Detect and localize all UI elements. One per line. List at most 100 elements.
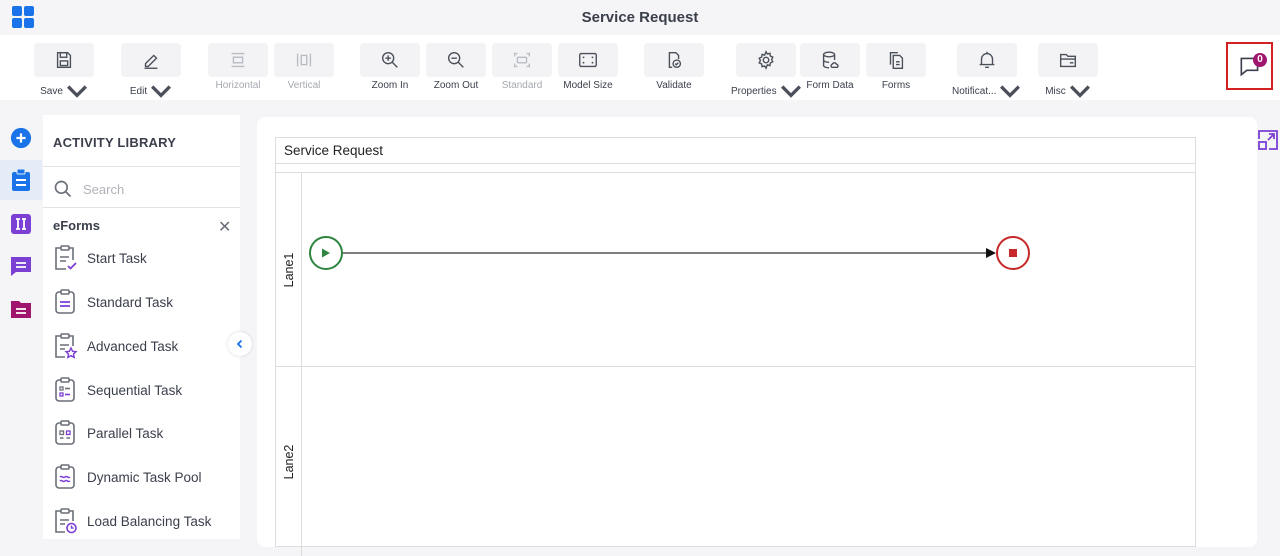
misc-label: Misc	[1045, 85, 1066, 97]
add-icon	[10, 127, 32, 149]
validate-icon	[668, 51, 682, 69]
chevron-down-icon	[1000, 85, 1021, 98]
library-item-advanced-task[interactable]: Advanced Task	[51, 330, 231, 362]
page-title: Service Request	[581, 9, 699, 26]
notifications-button[interactable]: Notificat...	[952, 43, 1021, 102]
validate-label: Validate	[656, 80, 692, 91]
forms-button[interactable]: Forms	[866, 43, 926, 91]
form-data-button[interactable]: Form Data	[800, 43, 860, 91]
library-item-label: Load Balancing Task	[87, 513, 212, 529]
parallel-task-icon	[55, 420, 75, 445]
chevron-down-icon	[151, 85, 172, 98]
category-title: eForms	[53, 218, 100, 233]
title-bar: Service Request	[0, 0, 1280, 35]
library-item-label: Standard Task	[87, 294, 174, 310]
load-balancing-task-icon	[55, 508, 77, 534]
library-item-dynamic-task-pool[interactable]: Dynamic Task Pool	[51, 461, 231, 493]
lane-label: Lane2	[281, 444, 296, 479]
library-item-label: Start Task	[87, 250, 147, 266]
horizontal-button[interactable]: Horizontal	[208, 43, 268, 91]
forms-label: Forms	[881, 80, 911, 91]
properties-label: Properties	[731, 85, 777, 97]
library-item-label: Advanced Task	[87, 338, 179, 354]
model-size-button[interactable]: Model Size	[558, 43, 618, 91]
library-item-parallel-task[interactable]: Parallel Task	[51, 417, 231, 449]
sequential-task-icon	[55, 377, 75, 402]
zoom-out-label: Zoom Out	[433, 80, 479, 91]
message-icon	[11, 257, 31, 276]
zoom-in-icon	[381, 51, 398, 68]
search-icon	[54, 180, 72, 198]
rail-documents-button[interactable]	[0, 289, 42, 329]
comment-count-badge: 0	[1253, 53, 1267, 67]
zoom-out-button[interactable]: Zoom Out	[426, 43, 486, 91]
validate-button[interactable]: Validate	[644, 43, 704, 91]
variables-icon	[11, 214, 31, 234]
library-item-label: Dynamic Task Pool	[87, 469, 202, 485]
pool[interactable]: Service Request Lane1 Lane2	[275, 137, 1196, 556]
library-item-start-task[interactable]: Start Task	[51, 242, 231, 274]
edit-button[interactable]: Edit	[121, 43, 181, 102]
library-search	[53, 177, 233, 201]
rail-activity-library-button[interactable]	[0, 160, 42, 200]
standard-task-icon	[55, 289, 75, 314]
save-button[interactable]: Save	[34, 43, 94, 102]
standard-size-icon	[513, 52, 531, 68]
zoom-in-button[interactable]: Zoom In	[360, 43, 420, 91]
model-size-label: Model Size	[563, 80, 613, 91]
model-size-icon	[579, 52, 597, 68]
toolbar: Save Edit Horizontal Vertical Zoom In Zo…	[0, 35, 1280, 100]
close-icon[interactable]: ✕	[218, 217, 231, 237]
end-event[interactable]	[996, 236, 1030, 270]
properties-button[interactable]: Properties	[731, 43, 802, 102]
lane-2[interactable]: Lane2	[276, 366, 1195, 556]
library-title: ACTIVITY LIBRARY	[53, 135, 177, 150]
stop-icon	[1009, 249, 1017, 257]
zoom-out-icon	[447, 51, 464, 68]
database-icon	[822, 51, 839, 69]
vertical-layout-icon	[296, 53, 312, 67]
divider	[43, 207, 240, 208]
edit-label: Edit	[129, 85, 148, 97]
notifications-label: Notificat...	[952, 85, 997, 97]
folder-icon	[1059, 53, 1077, 68]
pool-title: Service Request	[276, 138, 1195, 164]
chevron-down-icon	[66, 85, 87, 98]
library-item-load-balancing-task[interactable]: Load Balancing Task	[51, 505, 231, 537]
rail-variables-button[interactable]	[0, 204, 42, 244]
horizontal-layout-icon	[231, 52, 245, 68]
collapse-panel-button[interactable]	[228, 332, 252, 356]
chevron-left-icon	[236, 339, 243, 349]
chevron-down-icon	[780, 85, 801, 98]
clipboard-icon	[12, 168, 30, 191]
vertical-label: Vertical	[287, 80, 321, 91]
start-event[interactable]	[309, 236, 343, 270]
dynamic-task-pool-icon	[55, 464, 75, 489]
standard-label: Standard	[501, 80, 543, 91]
library-item-standard-task[interactable]: Standard Task	[51, 286, 231, 318]
forms-icon	[889, 51, 904, 69]
expand-icon[interactable]	[1256, 128, 1280, 152]
advanced-task-icon	[55, 333, 78, 359]
rail-messages-button[interactable]	[0, 246, 42, 286]
chevron-down-icon	[1069, 85, 1090, 98]
activity-library-panel: ACTIVITY LIBRARY eForms ✕ Start Task Sta…	[43, 115, 240, 539]
standard-button[interactable]: Standard	[492, 43, 552, 91]
vertical-button[interactable]: Vertical	[274, 43, 334, 91]
rail-add-button[interactable]	[0, 118, 42, 158]
misc-button[interactable]: Misc	[1038, 43, 1098, 102]
lane-1[interactable]: Lane1	[276, 172, 1195, 367]
start-task-icon	[55, 245, 77, 270]
library-item-label: Parallel Task	[87, 425, 164, 441]
horizontal-label: Horizontal	[215, 80, 261, 91]
pencil-icon	[144, 54, 158, 69]
search-input[interactable]	[83, 181, 223, 197]
bell-icon	[979, 51, 995, 69]
library-item-label: Sequential Task	[87, 382, 183, 398]
save-icon	[56, 51, 72, 69]
folder-doc-icon	[11, 301, 31, 318]
form-data-label: Form Data	[806, 80, 854, 91]
save-label: Save	[40, 85, 63, 97]
comments-button[interactable]: 0	[1226, 42, 1273, 90]
library-item-sequential-task[interactable]: Sequential Task	[51, 374, 231, 406]
